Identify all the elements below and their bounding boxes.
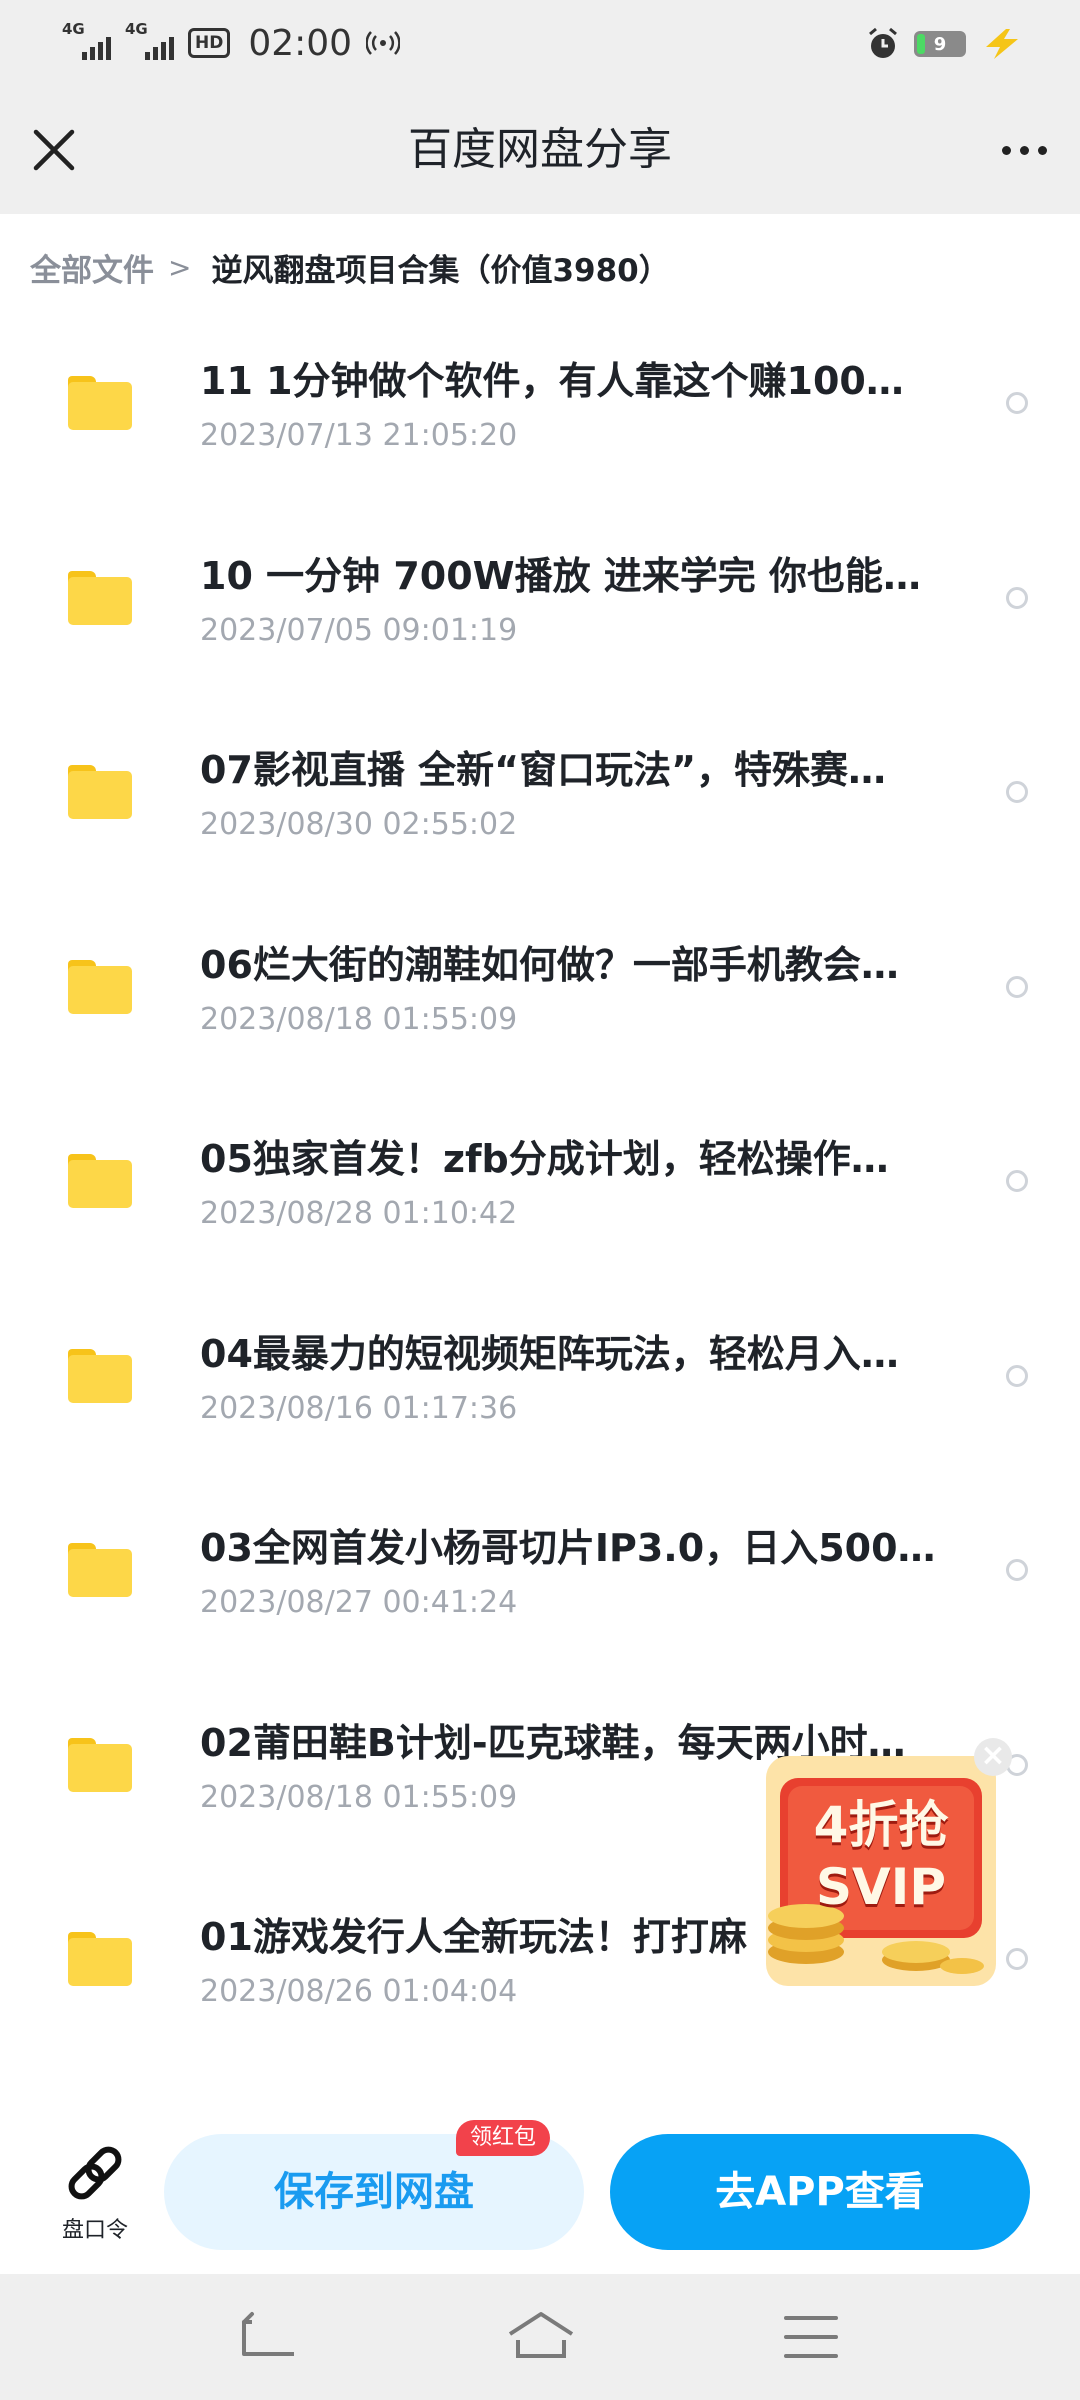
hd-voice-icon: HD xyxy=(188,28,231,58)
status-time: 02:00 xyxy=(248,22,353,64)
more-icon-dot xyxy=(1019,145,1029,155)
battery-level: 9 xyxy=(933,33,947,55)
nav-home-button[interactable] xyxy=(506,2304,574,2370)
sim1-network-label: 4G xyxy=(62,20,85,38)
folder-icon xyxy=(68,1543,132,1597)
status-right: 9 xyxy=(866,24,1024,64)
close-button[interactable] xyxy=(22,118,86,182)
action-bar: 盘口令 保存到网盘 领红包 去APP查看 xyxy=(0,2108,1080,2274)
select-radio[interactable] xyxy=(1006,975,1028,998)
file-row[interactable]: 04最暴力的短视频矩阵玩法，轻松月入… 2023/08/16 01:17:36 xyxy=(0,1293,1080,1488)
nav-back-button[interactable] xyxy=(236,2304,302,2370)
file-date: 2023/08/18 01:55:09 xyxy=(200,1001,518,1037)
charging-icon xyxy=(986,29,1018,59)
close-icon xyxy=(33,129,75,171)
page-title: 百度网盘分享 xyxy=(408,124,672,175)
alarm-icon xyxy=(869,27,897,58)
select-radio[interactable] xyxy=(1006,1364,1028,1387)
menu-icon xyxy=(784,2316,838,2358)
file-name: 11 1分钟做个软件，有人靠这个赚100W… xyxy=(200,359,940,403)
status-left: 4G 4G HD 02:00 xyxy=(62,18,401,68)
folder-icon xyxy=(68,1348,132,1403)
promo-text: 4折抢 SVIP xyxy=(790,1794,972,1918)
file-row[interactable]: 07影视直播 全新“窗口玩法”，特殊赛… 2023/08/30 02:55:02 xyxy=(0,709,1080,904)
folder-icon xyxy=(68,376,132,430)
signal-icon-sim2: 4G xyxy=(125,20,174,60)
back-icon xyxy=(242,2312,294,2356)
promo-line1: 4折抢 xyxy=(813,1796,949,1854)
file-row[interactable]: 11 1分钟做个软件，有人靠这个赚100W… 2023/07/13 21:05:… xyxy=(0,320,1080,515)
file-date: 2023/08/30 02:55:02 xyxy=(200,807,518,842)
file-date: 2023/08/16 01:17:36 xyxy=(200,1390,518,1426)
select-radio[interactable] xyxy=(1006,1170,1028,1192)
select-radio[interactable] xyxy=(1006,1948,1028,1970)
hotspot-icon xyxy=(366,31,401,55)
promo-close-button[interactable]: × xyxy=(974,1738,1012,1776)
file-name: 05独家首发！zfb分成计划，轻松操作… xyxy=(200,1137,889,1181)
file-row[interactable]: 03全网首发小杨哥切片IP3.0，日入500… 2023/08/27 00:41… xyxy=(0,1487,1080,1682)
home-icon xyxy=(508,2312,574,2358)
signal-icon-sim1: 4G xyxy=(62,20,111,60)
select-radio[interactable] xyxy=(1006,392,1028,414)
pan-command-button[interactable]: 盘口令 xyxy=(52,2138,138,2248)
more-button[interactable] xyxy=(990,118,1058,182)
file-date: 2023/08/18 01:55:09 xyxy=(200,1779,518,1815)
red-packet-badge: 领红包 xyxy=(456,2120,551,2156)
breadcrumb-root-link[interactable]: 全部文件 xyxy=(30,245,154,290)
file-name: 06烂大街的潮鞋如何做？一部手机教会… xyxy=(200,942,899,987)
folder-icon xyxy=(68,1932,132,1986)
file-row[interactable]: 05独家首发！zfb分成计划，轻松操作… 2023/08/28 01:10:42 xyxy=(0,1098,1080,1293)
title-bar: 百度网盘分享 xyxy=(0,86,1080,214)
file-date: 2023/07/05 09:01:19 xyxy=(200,612,518,648)
svip-promo-banner[interactable]: 4折抢 SVIP xyxy=(766,1756,996,1986)
more-icon-dot xyxy=(1037,145,1047,155)
file-date: 2023/08/27 00:41:24 xyxy=(200,1585,518,1620)
file-row[interactable]: 10 一分钟 700W播放 进来学完 你也能… 2023/07/05 09:01… xyxy=(0,515,1080,710)
file-name: 10 一分钟 700W播放 进来学完 你也能… xyxy=(200,553,922,598)
file-date: 2023/08/26 01:04:04 xyxy=(200,1974,518,2009)
file-row[interactable]: 06烂大街的潮鞋如何做？一部手机教会… 2023/08/18 01:55:09 xyxy=(0,904,1080,1099)
folder-icon xyxy=(68,1737,132,1792)
promo-line2: SVIP xyxy=(816,1858,946,1916)
sim2-network-label: 4G xyxy=(125,20,148,38)
more-icon-dot xyxy=(1001,145,1011,155)
folder-icon xyxy=(68,570,132,625)
select-radio[interactable] xyxy=(1006,1559,1028,1581)
breadcrumb: 全部文件 > 逆风翻盘项目合集（价值3980） xyxy=(30,242,670,292)
status-bar: 4G 4G HD 02:00 9 xyxy=(0,0,1080,86)
breadcrumb-separator: > xyxy=(168,250,192,284)
link-icon xyxy=(68,2146,122,2200)
file-date: 2023/08/28 01:10:42 xyxy=(200,1196,518,1231)
select-radio[interactable] xyxy=(1006,781,1028,803)
select-radio[interactable] xyxy=(1006,586,1028,609)
file-name: 07影视直播 全新“窗口玩法”，特殊赛… xyxy=(200,748,887,792)
breadcrumb-current-folder: 逆风翻盘项目合集（价值3980） xyxy=(211,252,670,289)
pan-command-label: 盘口令 xyxy=(61,2218,128,2243)
open-in-app-button[interactable]: 去APP查看 xyxy=(610,2134,1030,2250)
file-date: 2023/07/13 21:05:20 xyxy=(200,418,518,453)
file-name: 04最暴力的短视频矩阵玩法，轻松月入… xyxy=(200,1331,899,1376)
folder-icon xyxy=(68,765,132,819)
file-name: 03全网首发小杨哥切片IP3.0，日入500… xyxy=(200,1526,936,1570)
folder-icon xyxy=(68,959,132,1014)
nav-menu-button[interactable] xyxy=(778,2304,844,2370)
battery-icon: 9 xyxy=(914,31,966,57)
system-nav-bar xyxy=(0,2274,1080,2400)
folder-icon xyxy=(68,1154,132,1208)
